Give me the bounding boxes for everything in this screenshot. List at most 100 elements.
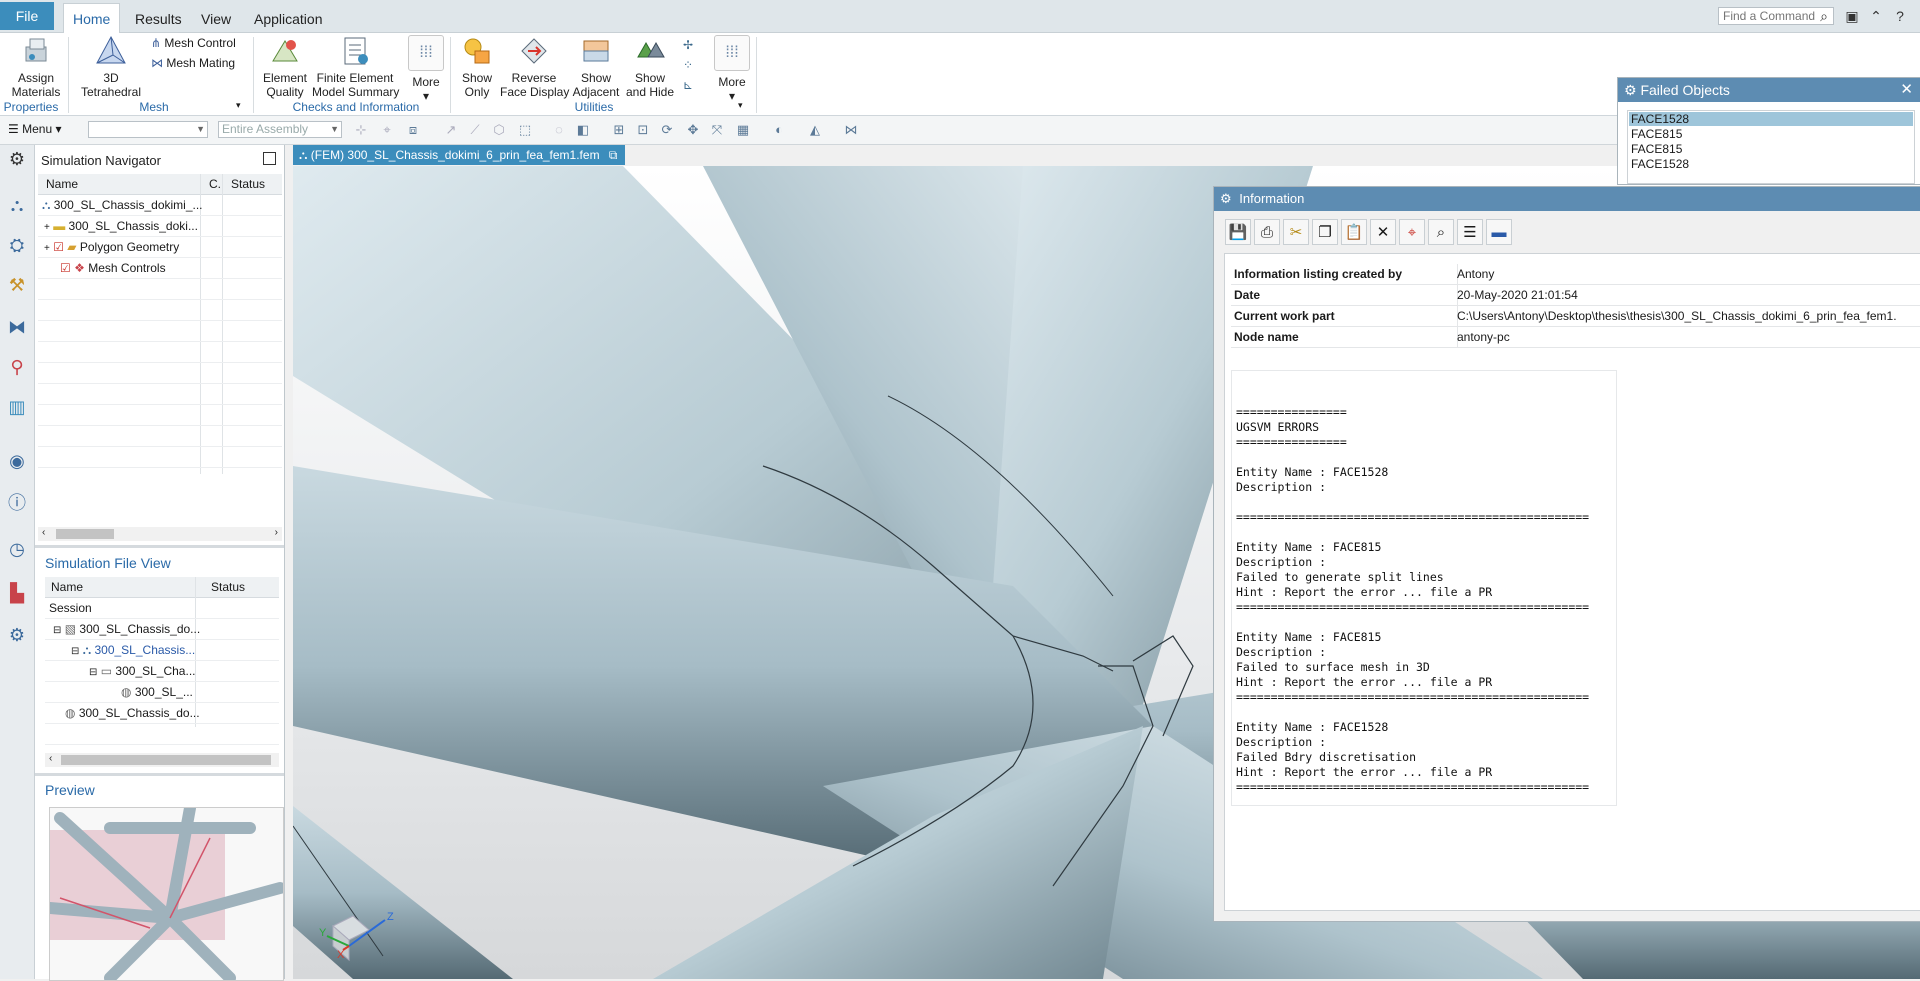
scrollbar-thumb[interactable]: [56, 529, 114, 539]
wrap-icon[interactable]: ☰: [1457, 219, 1483, 245]
constraint-navigator-icon[interactable]: ⧓: [5, 315, 29, 339]
find-icon[interactable]: ⌕: [1428, 219, 1454, 245]
type-filter-combo[interactable]: ▼: [88, 121, 208, 138]
file-row-fem[interactable]: ⊟ ⛬ 300_SL_Chassis...: [45, 640, 279, 661]
collapse-icon[interactable]: ⊟: [45, 667, 97, 678]
file-row-part[interactable]: ◍ 300_SL_...: [45, 682, 279, 703]
web-browser-icon[interactable]: ◉: [5, 449, 29, 473]
maximize-icon[interactable]: [263, 152, 276, 165]
snap-icon[interactable]: ✢: [683, 35, 703, 55]
column-status[interactable]: Status: [231, 174, 265, 194]
paste-icon[interactable]: 📋: [1341, 219, 1367, 245]
column-name[interactable]: Name: [46, 174, 78, 194]
tree-row-idealized[interactable]: + ▬ 300_SL_Chassis_doki...: [38, 216, 282, 237]
orient-icon[interactable]: ⤧: [710, 123, 724, 137]
palette-icon[interactable]: ▙: [5, 581, 29, 605]
scroll-left-icon[interactable]: ‹: [49, 753, 52, 764]
select-body-icon[interactable]: ⬡: [492, 123, 506, 137]
csys-icon[interactable]: ⊾: [683, 75, 703, 95]
scroll-left-icon[interactable]: ‹: [42, 527, 45, 538]
select-face-icon[interactable]: ⧈: [406, 123, 420, 137]
column-status[interactable]: Status: [211, 577, 245, 597]
viewport-tab[interactable]: ⛬ (FEM) 300_SL_Chassis_dokimi_6_prin_fea…: [293, 145, 625, 182]
section-view-icon[interactable]: ⋈: [844, 123, 858, 137]
show-and-hide-button[interactable]: Show and Hide: [624, 35, 676, 99]
checks-more-button[interactable]: ⁞⁞⁞ More ▾: [406, 35, 446, 103]
information-title-bar[interactable]: ⚙ Information: [1214, 187, 1920, 211]
simulation-file-view-title[interactable]: Simulation File View: [45, 555, 171, 571]
horizontal-scrollbar[interactable]: ‹: [45, 753, 279, 767]
tab-results[interactable]: Results: [126, 6, 191, 32]
chevron-up-icon[interactable]: ⌃: [1868, 8, 1884, 24]
simulation-navigator-icon[interactable]: ⛬: [5, 193, 29, 217]
information-content[interactable]: Information listing created by Antony Da…: [1224, 253, 1920, 911]
minimize-icon[interactable]: ▬: [1486, 219, 1512, 245]
search-icon[interactable]: ⌕: [1816, 8, 1832, 24]
help-icon[interactable]: ?: [1892, 8, 1908, 24]
collapse-icon[interactable]: ⊟: [45, 625, 61, 636]
utilities-more-button[interactable]: ⁞⁞⁞ More ▾: [712, 35, 752, 103]
assembly-navigator-icon[interactable]: ⚒: [5, 273, 29, 297]
snap-point-icon[interactable]: ⊹: [354, 123, 368, 137]
utilities-group-expand-icon[interactable]: ▾: [738, 100, 743, 111]
close-icon[interactable]: ✕: [1900, 78, 1913, 102]
tree-row-fem[interactable]: ⛬ 300_SL_Chassis_dokimi_...: [38, 195, 282, 216]
tree-row-mesh-controls[interactable]: ☑ ❖ Mesh Controls: [38, 258, 282, 279]
part-navigator-icon[interactable]: ⛭: [5, 233, 29, 257]
failed-objects-title-bar[interactable]: ⚙ Failed Objects ✕: [1618, 78, 1920, 102]
expand-icon[interactable]: +: [38, 222, 50, 233]
gear-icon[interactable]: ⚙: [5, 147, 29, 171]
fe-model-summary-button[interactable]: Finite Element Model Summary: [312, 35, 399, 99]
point-on-curve-icon[interactable]: ⌖: [380, 123, 394, 137]
expand-icon[interactable]: +: [38, 243, 50, 254]
failed-object-item[interactable]: FACE1528: [1629, 112, 1913, 126]
file-row-sim[interactable]: ⊟ ▧ 300_SL_Chassis_do...: [45, 619, 279, 640]
crosshair-icon[interactable]: ⌖: [1399, 219, 1425, 245]
file-row-idealized[interactable]: ⊟ ▭ 300_SL_Cha...: [45, 661, 279, 682]
column-c[interactable]: C.: [209, 174, 221, 194]
scrollbar-thumb[interactable]: [61, 755, 271, 765]
failed-object-item[interactable]: FACE1528: [1631, 157, 1689, 171]
failed-object-item[interactable]: FACE815: [1631, 127, 1682, 141]
tools-icon[interactable]: ⚙: [5, 623, 29, 647]
splitter[interactable]: [35, 545, 284, 548]
rotate-icon[interactable]: ⟳: [660, 123, 674, 137]
print-icon[interactable]: ⎙: [1254, 219, 1280, 245]
render-style-icon[interactable]: ◐: [772, 123, 786, 137]
point-icon[interactable]: ⁘: [683, 55, 703, 75]
delete-icon[interactable]: ✕: [1370, 219, 1396, 245]
file-row-prt[interactable]: ◍ 300_SL_Chassis_do...: [45, 703, 279, 724]
preview-title[interactable]: Preview: [45, 782, 95, 798]
deselect-icon[interactable]: ◌: [552, 123, 566, 137]
library-icon[interactable]: ▥: [5, 395, 29, 419]
cut-icon[interactable]: ✂: [1283, 219, 1309, 245]
layers-icon[interactable]: ▦: [736, 123, 750, 137]
zoom-icon[interactable]: ⊡: [636, 123, 650, 137]
roles-icon[interactable]: ⚲: [5, 355, 29, 379]
reverse-face-display-button[interactable]: Reverse Face Display: [500, 35, 569, 99]
splitter[interactable]: [35, 773, 284, 776]
tab-home[interactable]: Home: [63, 3, 121, 33]
mesh-control-button[interactable]: ⋔ Mesh Control: [151, 36, 236, 50]
failed-object-item[interactable]: FACE815: [1631, 142, 1682, 156]
menu-button[interactable]: ☰ Menu ▾: [8, 122, 62, 136]
checkbox-checked-icon[interactable]: ☑: [53, 240, 64, 254]
select-edge-icon[interactable]: ⟋: [468, 123, 482, 137]
fit-view-icon[interactable]: ⊞: [612, 123, 626, 137]
view-orientation-icon[interactable]: ◭: [808, 123, 822, 137]
information-icon[interactable]: ⓘ: [5, 491, 29, 515]
horizontal-scrollbar[interactable]: ‹ ›: [38, 527, 282, 541]
copy-icon[interactable]: ❐: [1312, 219, 1338, 245]
window-icon[interactable]: ▣: [1844, 8, 1860, 24]
checkbox-checked-icon[interactable]: ☑: [38, 261, 71, 275]
tree-row-polygon-geometry[interactable]: + ☑ ▰ Polygon Geometry: [38, 237, 282, 258]
3d-tetrahedral-button[interactable]: 3D Tetrahedral: [78, 35, 144, 99]
coordinate-triad[interactable]: Y Z X: [313, 906, 403, 972]
pan-icon[interactable]: ✥: [686, 123, 700, 137]
show-adjacent-button[interactable]: Show Adjacent: [572, 35, 620, 99]
collapse-icon[interactable]: ⊟: [45, 646, 79, 657]
undock-icon[interactable]: ⧉: [603, 148, 618, 162]
cube-icon[interactable]: ◧: [576, 123, 590, 137]
tab-view[interactable]: View: [192, 6, 240, 32]
history-icon[interactable]: ◷: [5, 537, 29, 561]
